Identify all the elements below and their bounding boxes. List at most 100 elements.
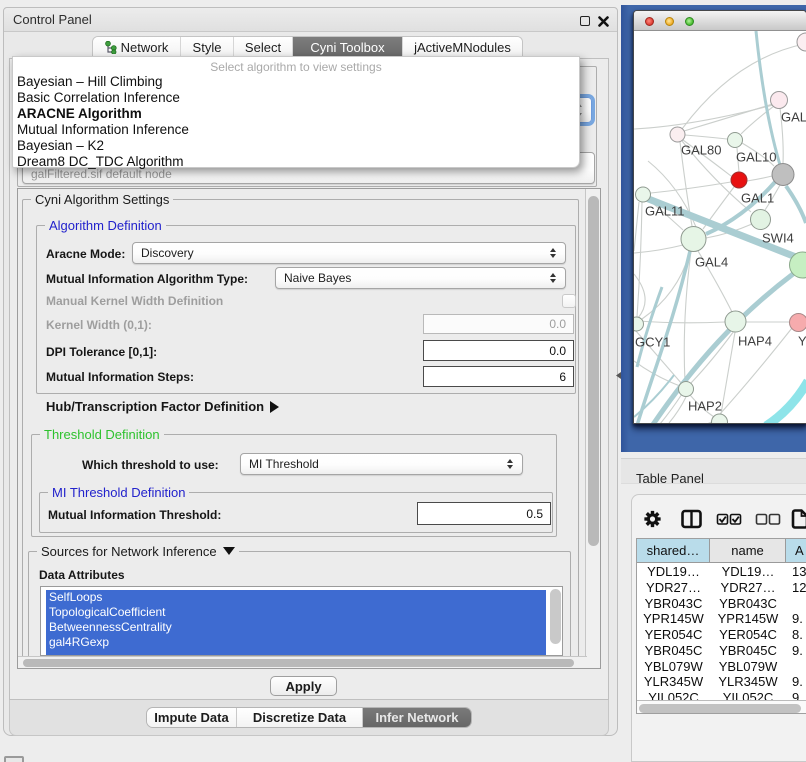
node-label: GAL80 (681, 143, 721, 158)
column-panel-icon[interactable] (683, 511, 701, 527)
control-panel-titlebar: Control Panel (4, 8, 617, 32)
settings-vscrollbar[interactable] (585, 189, 600, 669)
apply-button[interactable]: Apply (270, 676, 337, 696)
aracne-mode-combo[interactable]: Discovery (132, 242, 566, 264)
float-window-icon[interactable] (580, 16, 590, 26)
algorithm-option[interactable]: Dream8 DC_TDC Algorithm (17, 154, 184, 169)
network-edge[interactable] (721, 332, 735, 414)
network-edge[interactable] (684, 102, 779, 131)
table-cell (786, 658, 806, 674)
sources-group-title[interactable]: Sources for Network Inference (37, 544, 239, 559)
which-threshold-combo[interactable]: MI Threshold (240, 453, 523, 475)
network-edge[interactable] (634, 104, 777, 129)
attribute-item[interactable]: gal4RGexp (46, 635, 546, 650)
network-node[interactable] (728, 133, 743, 148)
algorithm-option[interactable]: Basic Correlation Inference (17, 90, 180, 105)
tab-cyni-toolbox[interactable]: Cyni Toolbox (293, 37, 403, 58)
network-edge[interactable] (634, 202, 639, 251)
attribute-item[interactable]: BetweennessCentrality (46, 620, 546, 635)
table-row[interactable]: YDR27…YDR27…12 (637, 580, 806, 596)
node-table[interactable]: shared…nameA YDL19…YDL19…13YDR27…YDR27…1… (636, 538, 806, 714)
network-edge[interactable] (634, 420, 716, 423)
mi-algorithm-type-combo[interactable]: Naive Bayes (275, 267, 566, 289)
attributes-scrollbar-thumb[interactable] (550, 589, 561, 644)
data-attributes-label: Data Attributes (39, 568, 125, 582)
bottom-tab-infer-network[interactable]: Infer Network (363, 708, 471, 727)
minimize-traffic-light-icon[interactable] (665, 17, 674, 26)
mi-steps-value: 6 (559, 370, 566, 384)
unchecked-boxes-icon[interactable] (757, 515, 780, 525)
network-node[interactable] (725, 311, 746, 332)
tab-network[interactable]: Network (93, 37, 181, 58)
table-cell: YDR27… (637, 580, 710, 596)
table-row[interactable]: YDL19…YDL19…13 (637, 564, 806, 580)
gear-icon[interactable] (644, 511, 660, 527)
aracne-mode-label: Aracne Mode: (46, 247, 125, 261)
network-node[interactable] (670, 127, 685, 142)
mi-steps-field[interactable]: 6 (423, 366, 574, 387)
network-icon (105, 41, 117, 54)
network-node[interactable] (751, 210, 771, 230)
split-pane-toggle-icon[interactable] (615, 371, 622, 380)
table-row[interactable]: YPR145WYPR145W9. (637, 611, 806, 627)
column-header-2[interactable]: name (710, 539, 786, 563)
settings-hscrollbar-thumb[interactable] (23, 659, 574, 667)
kernel-width-field[interactable]: 0.0 (423, 314, 574, 334)
settings-vscrollbar-thumb[interactable] (588, 196, 599, 546)
bottom-tab-impute-data[interactable]: Impute Data (147, 708, 237, 727)
data-attributes-list[interactable]: SelfLoopsTopologicalCoefficientBetweenne… (40, 586, 563, 656)
network-node[interactable] (634, 317, 644, 331)
network-node[interactable] (797, 33, 806, 51)
network-node[interactable] (771, 92, 788, 109)
algorithm-option[interactable]: ARACNE Algorithm (17, 106, 142, 121)
tab-style[interactable]: Style (181, 37, 234, 58)
settings-hscrollbar[interactable] (18, 656, 587, 668)
hub-definition-toggle[interactable]: Hub/Transcription Factor Definition (46, 399, 279, 414)
table-row[interactable]: YBR043CYBR043C (637, 595, 806, 611)
mi-threshold-field[interactable]: 0.5 (417, 502, 551, 525)
network-edge[interactable] (766, 381, 806, 423)
attribute-item[interactable]: SelfLoops (46, 590, 546, 605)
tab-select[interactable]: Select (234, 37, 293, 58)
algorithm-option[interactable]: Bayesian – K2 (17, 138, 104, 153)
network-canvas[interactable]: GAL2GAL80GAL10GAL1GAL11SWI4GAL4GCY1HAP4Y… (634, 31, 806, 423)
network-node[interactable] (712, 414, 728, 423)
table-hscrollbar[interactable] (637, 700, 806, 714)
mi-steps-label: Mutual Information Steps: (46, 370, 194, 384)
network-edge[interactable] (651, 182, 731, 193)
table-row[interactable]: YLR345WYLR345W9. (637, 674, 806, 690)
table-cell: YER054C (710, 627, 786, 643)
network-edge[interactable] (786, 186, 806, 223)
algorithm-option[interactable]: Bayesian – Hill Climbing (17, 74, 163, 89)
manual-kernel-width-checkbox[interactable] (562, 294, 576, 308)
network-node[interactable] (679, 382, 694, 397)
tab-jactivemnodules[interactable]: jActiveMNodules (403, 37, 522, 58)
column-header-1[interactable]: shared… (637, 539, 710, 563)
network-node[interactable] (772, 164, 794, 186)
network-node[interactable] (681, 227, 706, 252)
table-row[interactable]: YER054CYER054C8. (637, 627, 806, 643)
algorithm-option[interactable]: Mutual Information Inference (17, 122, 189, 137)
close-traffic-light-icon[interactable] (645, 17, 654, 26)
table-row[interactable]: YBR045CYBR045C9. (637, 643, 806, 659)
table-row[interactable]: YBL079WYBL079W (637, 658, 806, 674)
network-edge[interactable] (634, 375, 674, 417)
network-node[interactable] (790, 314, 806, 332)
table-hscrollbar-thumb[interactable] (639, 704, 801, 713)
network-node[interactable] (731, 172, 747, 188)
zoom-traffic-light-icon[interactable] (685, 17, 694, 26)
checked-boxes-icon[interactable] (718, 515, 741, 525)
network-node[interactable] (636, 187, 651, 202)
column-header-3[interactable]: A (786, 539, 806, 563)
expand-right-icon (270, 401, 279, 413)
network-edge[interactable] (747, 176, 772, 181)
close-icon[interactable] (598, 16, 609, 27)
new-column-icon[interactable] (793, 511, 806, 528)
attribute-item[interactable]: TopologicalCoefficient (46, 605, 546, 620)
corner-grip[interactable] (4, 756, 24, 762)
network-edge[interactable] (685, 135, 727, 139)
bottom-tab-discretize-data[interactable]: Discretize Data (237, 708, 363, 727)
mi-algorithm-type-label: Mutual Information Algorithm Type: (46, 272, 248, 286)
dpi-tolerance-field[interactable]: 0.0 (423, 340, 574, 361)
table-cell: YPR145W (637, 611, 710, 627)
